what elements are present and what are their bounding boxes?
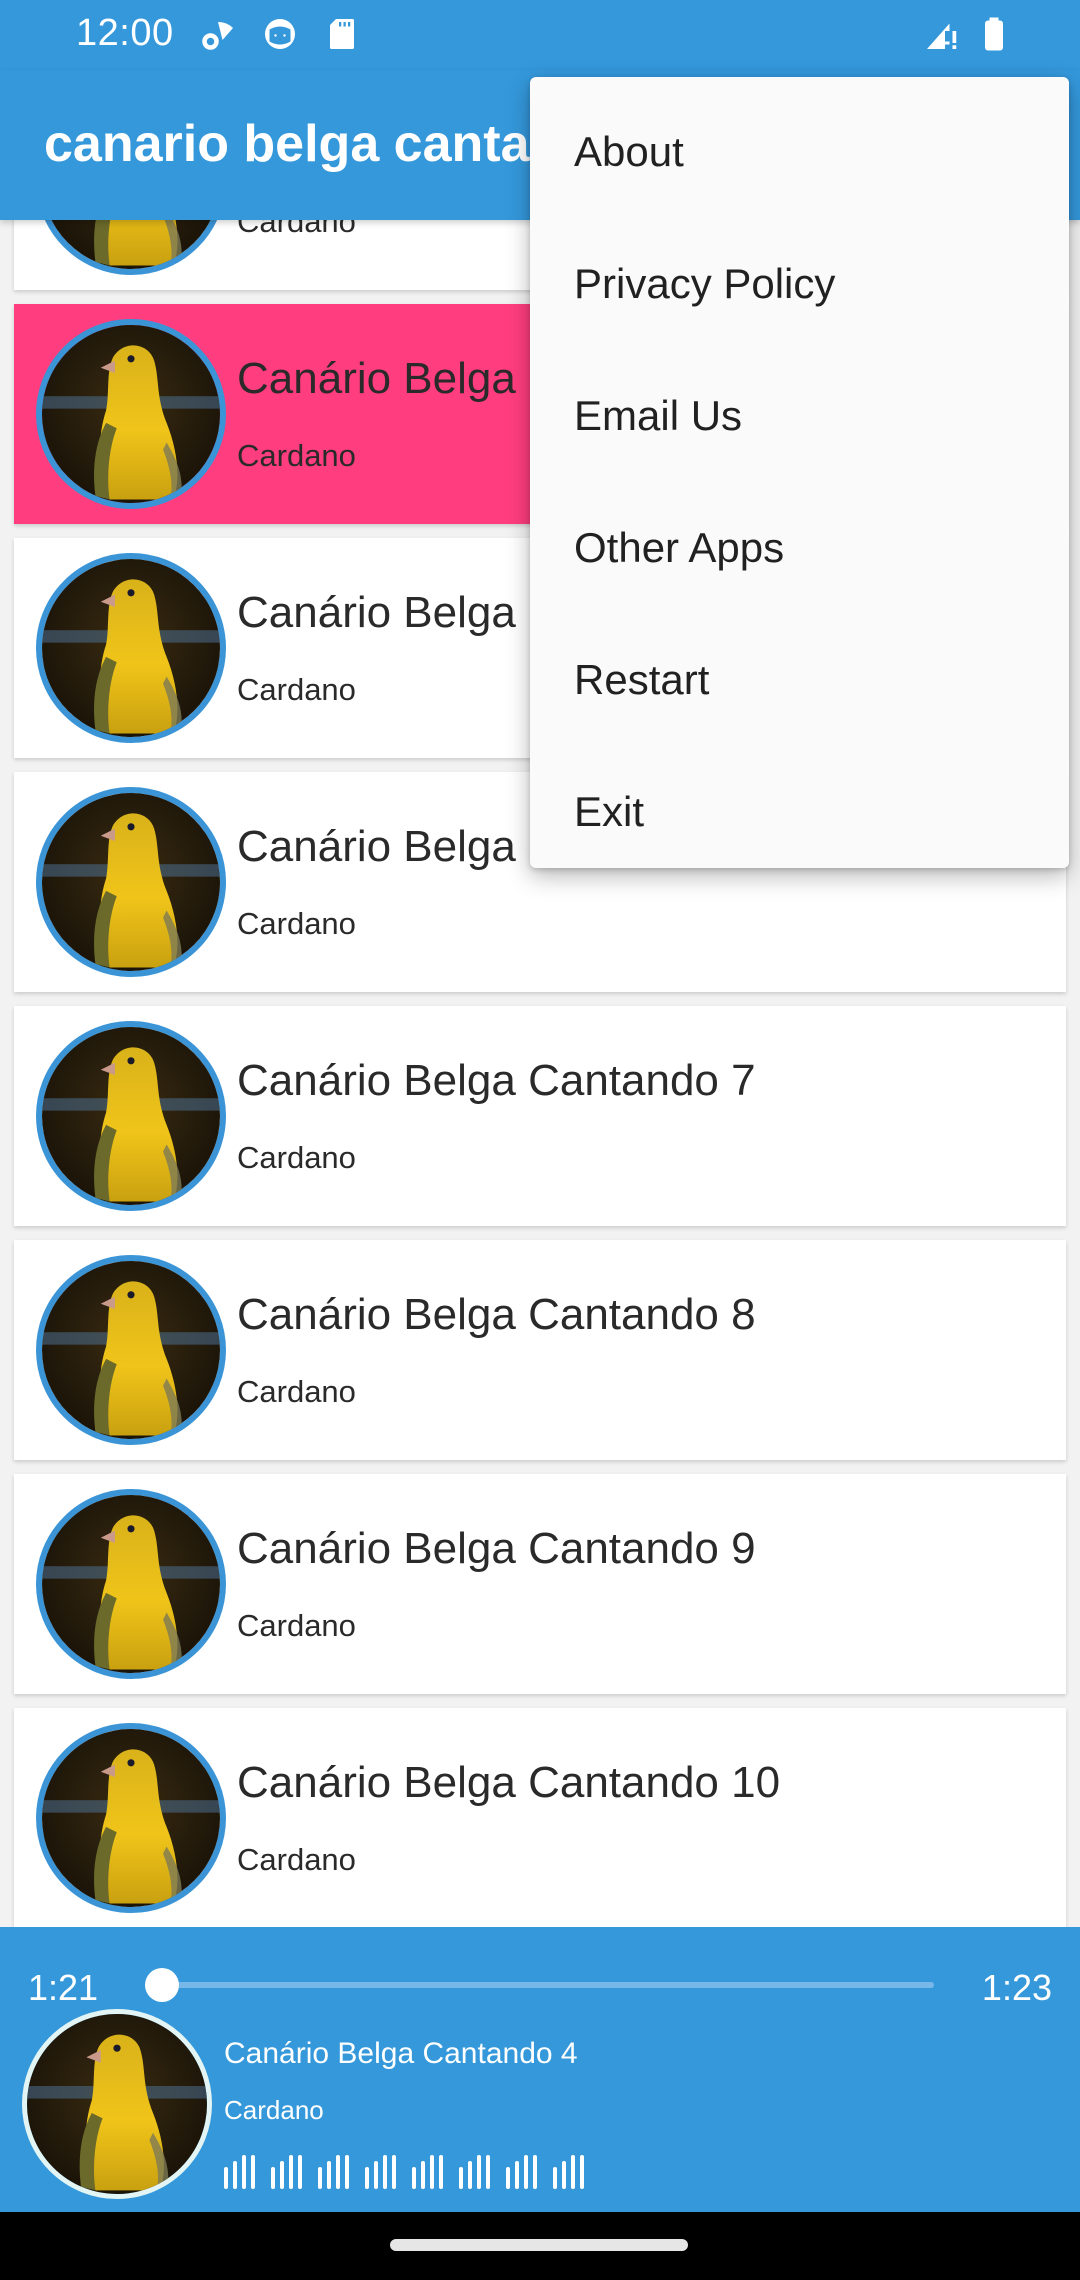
track-artwork — [36, 1021, 226, 1211]
signal-no-data-icon — [927, 23, 957, 49]
equalizer-bar-group — [224, 2155, 255, 2189]
track-artwork — [36, 319, 226, 509]
sd-card-icon — [330, 19, 354, 49]
equalizer-bar — [506, 2167, 510, 2189]
menu-item-privacy-policy[interactable]: Privacy Policy — [530, 218, 1069, 350]
track-title: Canário Belga Cantando 10 — [237, 1758, 781, 1807]
track-artist: Cardano — [237, 1842, 356, 1877]
equalizer-bar — [365, 2167, 369, 2189]
menu-item-about[interactable]: About — [530, 86, 1069, 218]
track-artwork — [36, 1255, 226, 1445]
equalizer-bar — [327, 2161, 331, 2189]
track-item[interactable]: Canário Belga Cantando 8 Cardano — [14, 1240, 1066, 1460]
equalizer-bar — [289, 2155, 293, 2189]
equalizer-bar-group — [553, 2155, 584, 2189]
track-title: Canário Belga Cantando 7 — [237, 1056, 756, 1105]
equalizer-bar — [571, 2155, 575, 2189]
equalizer-bar — [224, 2167, 228, 2189]
equalizer-bar — [336, 2155, 340, 2189]
home-gesture-handle[interactable] — [390, 2239, 688, 2251]
track-artwork — [36, 1489, 226, 1679]
equalizer-bar-group — [271, 2155, 302, 2189]
current-time: 1:21 — [28, 1967, 99, 2008]
track-artist: Cardano — [237, 438, 356, 473]
track-artwork — [36, 553, 226, 743]
equalizer-bar — [580, 2155, 584, 2189]
equalizer-bar — [271, 2167, 275, 2189]
track-artist: Cardano — [237, 1608, 356, 1643]
player-bar: 1:21 1:23 Canário Belga Cantando 4 Carda… — [0, 1927, 1080, 2212]
equalizer-bar — [318, 2167, 322, 2189]
equalizer-bar — [421, 2161, 425, 2189]
menu-item-email-us[interactable]: Email Us — [530, 350, 1069, 482]
equalizer-bar — [515, 2161, 519, 2189]
equalizer-bar — [233, 2161, 237, 2189]
menu-item-restart[interactable]: Restart — [530, 614, 1069, 746]
seek-slider[interactable] — [145, 1963, 934, 2007]
seek-thumb[interactable] — [145, 1968, 179, 2002]
track-title: Canário Belga Cantando 8 — [237, 1290, 756, 1339]
equalizer-bar — [251, 2155, 255, 2189]
overflow-menu: About Privacy Policy Email Us Other Apps Res… — [530, 77, 1069, 868]
equalizer-bar — [459, 2167, 463, 2189]
track-title: Canário Belga Cantando 9 — [237, 1524, 756, 1573]
equalizer-bar — [412, 2167, 416, 2189]
track-item[interactable]: Canário Belga Cantando 7 Cardano — [14, 1006, 1066, 1226]
status-time: 12:00 — [76, 12, 174, 54]
track-item[interactable]: Canário Belga Cantando 9 Cardano — [14, 1474, 1066, 1694]
equalizer-bar — [562, 2161, 566, 2189]
android-debug-icon — [265, 19, 295, 49]
now-playing-title: Canário Belga Cantando 4 — [224, 2037, 578, 2070]
menu-item-exit[interactable]: Exit — [530, 746, 1069, 878]
equalizer-bar — [486, 2155, 490, 2189]
equalizer-bar — [383, 2155, 387, 2189]
equalizer-bar — [524, 2155, 528, 2189]
equalizer-bar — [439, 2155, 443, 2189]
status-bar: 12:00 — [0, 0, 1080, 70]
equalizer-bar — [298, 2155, 302, 2189]
track-artist: Cardano — [237, 1140, 356, 1175]
equalizer-visualizer — [224, 2155, 584, 2189]
equalizer-bar-group — [412, 2155, 443, 2189]
track-artist: Cardano — [237, 1374, 356, 1409]
equalizer-bar-group — [365, 2155, 396, 2189]
equalizer-bar — [280, 2161, 284, 2189]
equalizer-bar — [477, 2155, 481, 2189]
equalizer-bar — [392, 2155, 396, 2189]
equalizer-bar — [553, 2167, 557, 2189]
now-playing-artist: Cardano — [224, 2095, 324, 2125]
equalizer-bar — [468, 2161, 472, 2189]
equalizer-bar — [242, 2155, 246, 2189]
seek-track — [162, 1982, 934, 1988]
equalizer-bar-group — [318, 2155, 349, 2189]
battery-icon — [985, 17, 1003, 51]
equalizer-bar-group — [506, 2155, 537, 2189]
duration: 1:23 — [981, 1967, 1052, 2008]
track-artwork — [36, 220, 226, 275]
track-artist: Cardano — [237, 672, 356, 707]
menu-item-other-apps[interactable]: Other Apps — [530, 482, 1069, 614]
track-artwork — [36, 787, 226, 977]
equalizer-bar — [374, 2161, 378, 2189]
track-artwork — [36, 1723, 226, 1913]
equalizer-bar — [533, 2155, 537, 2189]
track-artist: Cardano — [237, 906, 356, 941]
track-artist: Cardano — [237, 220, 356, 239]
equalizer-bar — [345, 2155, 349, 2189]
settings-wifi-icon — [202, 21, 233, 50]
equalizer-bar-group — [459, 2155, 490, 2189]
navigation-bar — [0, 2212, 1080, 2280]
track-item[interactable]: Canário Belga Cantando 10 Cardano — [14, 1708, 1066, 1927]
equalizer-bar — [430, 2155, 434, 2189]
now-playing-artwork — [22, 2009, 212, 2199]
